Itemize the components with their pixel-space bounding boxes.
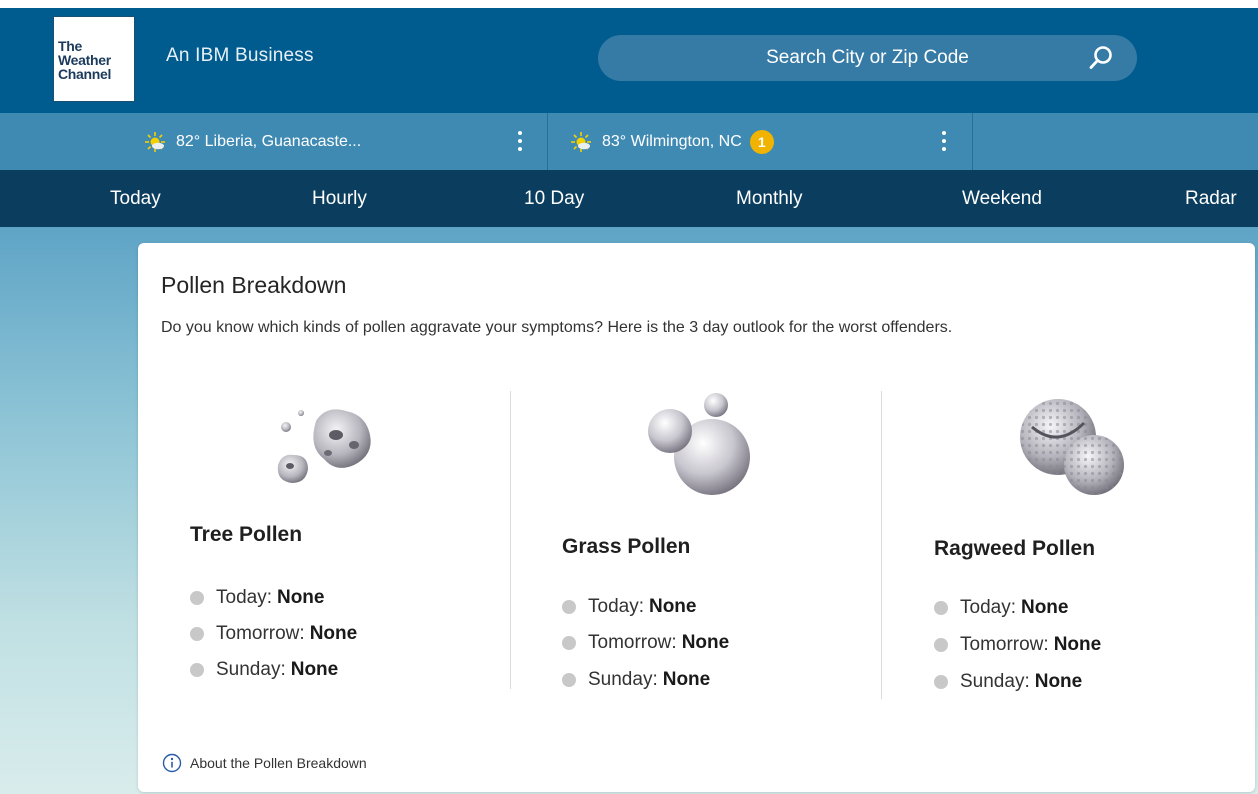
day-label: Today: [960,597,1016,618]
pollen-level: None [662,669,711,690]
pollen-level: None [681,632,730,653]
grass-pollen-sunday: Sunday: None [562,669,710,691]
about-pollen-link[interactable]: About the Pollen Breakdown [162,753,367,773]
ragweed-pollen-sunday: Sunday: None [934,671,1082,693]
sun-cloud-icon [145,131,165,152]
pollen-level: None [1053,634,1102,655]
pollen-breakdown-card: Pollen Breakdown Do you know which kinds… [138,243,1255,792]
column-divider [510,391,511,689]
pollen-level: None [290,659,339,680]
site-header: The Weather Channel An IBM Business Sear… [0,0,1258,113]
location-wilmington[interactable]: 83° Wilmington, NC 1 [570,113,774,170]
ragweed-pollen-tomorrow: Tomorrow: None [934,634,1101,656]
logo-text-channel: Channel [58,66,112,82]
day-label: Sunday: [960,671,1030,692]
pollen-level: None [309,623,358,644]
level-dot [934,601,948,615]
level-dot [934,638,948,652]
day-label: Tomorrow: [960,634,1049,655]
pollen-level: None [1034,671,1083,692]
alert-badge[interactable]: 1 [749,129,774,154]
location-label: 82° Liberia, Guanacaste... [176,132,362,150]
logo-text-the: The [58,38,82,54]
card-title: Pollen Breakdown [161,272,347,298]
day-label: Sunday: [216,659,286,680]
level-dot [190,591,204,605]
grass-pollen-today: Today: None [562,596,696,618]
nav-radar[interactable]: Radar [1185,170,1237,227]
location-label: 83° Wilmington, NC [602,132,742,150]
level-dot [562,673,576,687]
recent-locations-bar: 82° Liberia, Guanacaste... 83° Wilmingto… [0,113,1258,170]
tree-pollen-tomorrow: Tomorrow: None [190,623,357,645]
ragweed-pollen-today: Today: None [934,597,1068,619]
level-dot [190,663,204,677]
level-dot [190,627,204,641]
info-icon [162,753,182,773]
divider [972,113,973,170]
tree-pollen-sunday: Sunday: None [190,659,338,681]
pollen-level: None [648,596,697,617]
search-placeholder: Search City or Zip Code [766,47,969,68]
level-dot [562,636,576,650]
card-description: Do you know which kinds of pollen aggrav… [161,319,953,336]
nav-today[interactable]: Today [110,170,161,227]
level-dot [934,675,948,689]
location-menu-button[interactable] [939,130,949,154]
sun-cloud-icon [571,131,591,152]
search-icon[interactable] [1088,45,1114,71]
tree-pollen-today: Today: None [190,587,324,609]
weather-channel-logo[interactable]: The Weather Channel [53,16,135,102]
nav-monthly[interactable]: Monthly [736,170,803,227]
grass-pollen-tomorrow: Tomorrow: None [562,632,729,654]
day-label: Today: [216,587,272,608]
day-label: Today: [588,596,644,617]
day-label: Tomorrow: [216,623,305,644]
pollen-level: None [276,587,325,608]
nav-weekend[interactable]: Weekend [962,170,1042,227]
nav-10-day[interactable]: 10 Day [524,170,584,227]
logo-text-weather: Weather [58,52,111,68]
about-pollen-label: About the Pollen Breakdown [190,755,367,771]
tree-pollen-image [277,409,371,483]
day-label: Tomorrow: [588,632,677,653]
level-dot [562,600,576,614]
ragweed-pollen-title: Ragweed Pollen [934,537,1096,560]
tree-pollen-title: Tree Pollen [190,523,303,546]
column-divider [881,391,882,699]
grass-pollen-image [648,393,750,495]
search-input[interactable]: Search City or Zip Code [598,35,1137,81]
ragweed-pollen-image [1020,399,1124,495]
location-liberia[interactable]: 82° Liberia, Guanacaste... [144,113,361,170]
ibm-tagline: An IBM Business [166,45,314,66]
grass-pollen-title: Grass Pollen [562,535,691,558]
main-nav: Today Hourly 10 Day Monthly Weekend Rada… [0,170,1258,227]
nav-hourly[interactable]: Hourly [312,170,367,227]
divider [547,113,548,170]
pollen-level: None [1020,597,1069,618]
day-label: Sunday: [588,669,658,690]
location-menu-button[interactable] [515,130,525,154]
